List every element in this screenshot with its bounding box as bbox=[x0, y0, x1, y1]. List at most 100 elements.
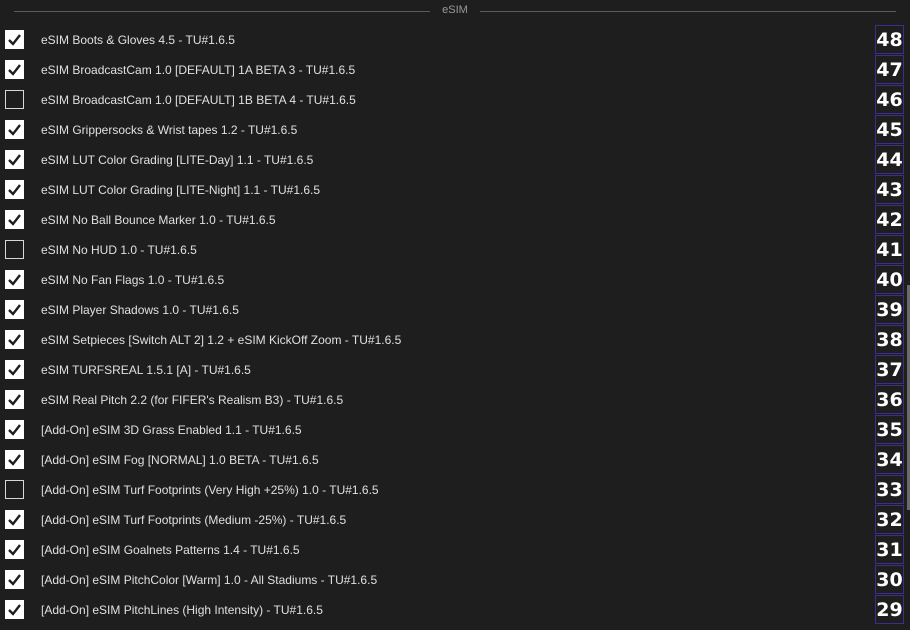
priority-number[interactable]: 48 bbox=[875, 25, 904, 54]
checkmark-icon bbox=[8, 514, 21, 526]
mod-checkbox[interactable] bbox=[5, 120, 24, 139]
mod-checkbox[interactable] bbox=[5, 420, 24, 439]
priority-number[interactable]: 32 bbox=[875, 505, 904, 534]
mod-checkbox[interactable] bbox=[5, 570, 24, 589]
mod-row[interactable]: eSIM Boots & Gloves 4.5 - TU#1.6.5 48 bbox=[0, 25, 906, 55]
checkmark-icon bbox=[8, 394, 21, 406]
mod-row[interactable]: eSIM LUT Color Grading [LITE-Night] 1.1 … bbox=[0, 175, 906, 205]
mod-row[interactable]: eSIM LUT Color Grading [LITE-Day] 1.1 - … bbox=[0, 145, 906, 175]
mod-label: [Add-On] eSIM Fog [NORMAL] 1.0 BETA - TU… bbox=[41, 453, 319, 467]
mod-row[interactable]: [Add-On] eSIM Goalnets Patterns 1.4 - TU… bbox=[0, 535, 906, 565]
mod-label: eSIM No Fan Flags 1.0 - TU#1.6.5 bbox=[41, 273, 225, 287]
checkmark-icon bbox=[8, 364, 21, 376]
mod-row[interactable]: [Add-On] eSIM Turf Footprints (Medium -2… bbox=[0, 505, 906, 535]
mod-checkbox[interactable] bbox=[5, 450, 24, 469]
mod-checkbox[interactable] bbox=[5, 210, 24, 229]
mod-label: eSIM LUT Color Grading [LITE-Day] 1.1 - … bbox=[41, 153, 314, 167]
priority-number[interactable]: 33 bbox=[875, 475, 904, 504]
priority-number[interactable]: 44 bbox=[875, 145, 904, 174]
priority-number[interactable]: 47 bbox=[875, 55, 904, 84]
priority-number[interactable]: 43 bbox=[875, 175, 904, 204]
mod-label: [Add-On] eSIM 3D Grass Enabled 1.1 - TU#… bbox=[41, 423, 302, 437]
priority-number[interactable]: 41 bbox=[875, 235, 904, 264]
mod-row[interactable]: eSIM Player Shadows 1.0 - TU#1.6.5 39 bbox=[0, 295, 906, 325]
checkmark-icon bbox=[8, 274, 21, 286]
mod-row[interactable]: eSIM No Fan Flags 1.0 - TU#1.6.5 40 bbox=[0, 265, 906, 295]
checkmark-icon bbox=[8, 424, 21, 436]
mod-row[interactable]: eSIM Setpieces [Switch ALT 2] 1.2 + eSIM… bbox=[0, 325, 906, 355]
priority-number[interactable]: 42 bbox=[875, 205, 904, 234]
checkmark-icon bbox=[8, 64, 21, 76]
mod-label: eSIM Real Pitch 2.2 (for FIFER's Realism… bbox=[41, 393, 344, 407]
mod-checkbox[interactable] bbox=[5, 270, 24, 289]
checkmark-icon bbox=[8, 604, 21, 616]
group-divider-left bbox=[14, 11, 430, 12]
group-title: eSIM bbox=[442, 4, 468, 16]
priority-number[interactable]: 37 bbox=[875, 355, 904, 384]
mod-checkbox[interactable] bbox=[5, 600, 24, 619]
mod-checkbox[interactable] bbox=[5, 180, 24, 199]
mod-checkbox[interactable] bbox=[5, 540, 24, 559]
mod-label: [Add-On] eSIM Goalnets Patterns 1.4 - TU… bbox=[41, 543, 300, 557]
mod-label: eSIM BroadcastCam 1.0 [DEFAULT] 1A BETA … bbox=[41, 63, 356, 77]
priority-number[interactable]: 29 bbox=[875, 595, 904, 624]
mod-label: eSIM No Ball Bounce Marker 1.0 - TU#1.6.… bbox=[41, 213, 276, 227]
mod-checkbox[interactable] bbox=[5, 300, 24, 319]
mod-label: eSIM LUT Color Grading [LITE-Night] 1.1 … bbox=[41, 183, 321, 197]
checkmark-icon bbox=[8, 544, 21, 556]
priority-number[interactable]: 31 bbox=[875, 535, 904, 564]
mod-label: eSIM Grippersocks & Wrist tapes 1.2 - TU… bbox=[41, 123, 298, 137]
checkmark-icon bbox=[8, 124, 21, 136]
priority-number[interactable]: 35 bbox=[875, 415, 904, 444]
checkmark-icon bbox=[8, 34, 21, 46]
mod-label: [Add-On] eSIM Turf Footprints (Very High… bbox=[41, 483, 379, 497]
priority-number[interactable]: 30 bbox=[875, 565, 904, 594]
mod-checkbox[interactable] bbox=[5, 60, 24, 79]
mod-label: [Add-On] eSIM PitchColor [Warm] 1.0 - Al… bbox=[41, 573, 378, 587]
mod-row[interactable]: [Add-On] eSIM PitchLines (High Intensity… bbox=[0, 595, 906, 625]
mod-row[interactable]: eSIM Grippersocks & Wrist tapes 1.2 - TU… bbox=[0, 115, 906, 145]
priority-number[interactable]: 36 bbox=[875, 385, 904, 414]
mod-row[interactable]: eSIM BroadcastCam 1.0 [DEFAULT] 1B BETA … bbox=[0, 85, 906, 115]
group-divider-right bbox=[480, 11, 896, 12]
mod-checkbox[interactable] bbox=[5, 390, 24, 409]
checkmark-icon bbox=[8, 184, 21, 196]
mod-checkbox[interactable] bbox=[5, 30, 24, 49]
mod-row[interactable]: eSIM No Ball Bounce Marker 1.0 - TU#1.6.… bbox=[0, 205, 906, 235]
mod-checkbox[interactable] bbox=[5, 360, 24, 379]
mod-row[interactable]: [Add-On] eSIM PitchColor [Warm] 1.0 - Al… bbox=[0, 565, 906, 595]
group-header: eSIM bbox=[0, 0, 910, 22]
mod-checkbox[interactable] bbox=[5, 510, 24, 529]
mod-label: eSIM Boots & Gloves 4.5 - TU#1.6.5 bbox=[41, 33, 235, 47]
priority-number[interactable]: 46 bbox=[875, 85, 904, 114]
priority-number[interactable]: 45 bbox=[875, 115, 904, 144]
mod-row[interactable]: [Add-On] eSIM Turf Footprints (Very High… bbox=[0, 475, 906, 505]
mod-label: eSIM Setpieces [Switch ALT 2] 1.2 + eSIM… bbox=[41, 333, 402, 347]
priority-number[interactable]: 39 bbox=[875, 295, 904, 324]
mod-checkbox[interactable] bbox=[5, 480, 24, 499]
mod-row[interactable]: eSIM Real Pitch 2.2 (for FIFER's Realism… bbox=[0, 385, 906, 415]
checkmark-icon bbox=[8, 334, 21, 346]
checkmark-icon bbox=[8, 454, 21, 466]
mod-row[interactable]: eSIM TURFSREAL 1.5.1 [A] - TU#1.6.5 37 bbox=[0, 355, 906, 385]
checkmark-icon bbox=[8, 154, 21, 166]
mod-list: eSIM Boots & Gloves 4.5 - TU#1.6.5 48 eSIM… bbox=[0, 25, 906, 625]
mod-row[interactable]: [Add-On] eSIM Fog [NORMAL] 1.0 BETA - TU… bbox=[0, 445, 906, 475]
mod-checkbox[interactable] bbox=[5, 240, 24, 259]
mod-checkbox[interactable] bbox=[5, 150, 24, 169]
mod-checkbox[interactable] bbox=[5, 330, 24, 349]
mod-row[interactable]: [Add-On] eSIM 3D Grass Enabled 1.1 - TU#… bbox=[0, 415, 906, 445]
mod-label: [Add-On] eSIM PitchLines (High Intensity… bbox=[41, 603, 323, 617]
mod-label: eSIM No HUD 1.0 - TU#1.6.5 bbox=[41, 243, 197, 257]
mod-row[interactable]: eSIM BroadcastCam 1.0 [DEFAULT] 1A BETA … bbox=[0, 55, 906, 85]
priority-number[interactable]: 34 bbox=[875, 445, 904, 474]
priority-number[interactable]: 40 bbox=[875, 265, 904, 294]
mod-checkbox[interactable] bbox=[5, 90, 24, 109]
checkmark-icon bbox=[8, 214, 21, 226]
mod-label: eSIM BroadcastCam 1.0 [DEFAULT] 1B BETA … bbox=[41, 93, 356, 107]
mod-row[interactable]: eSIM No HUD 1.0 - TU#1.6.5 41 bbox=[0, 235, 906, 265]
mod-label: eSIM TURFSREAL 1.5.1 [A] - TU#1.6.5 bbox=[41, 363, 251, 377]
checkmark-icon bbox=[8, 574, 21, 586]
priority-number[interactable]: 38 bbox=[875, 325, 904, 354]
mod-label: eSIM Player Shadows 1.0 - TU#1.6.5 bbox=[41, 303, 239, 317]
